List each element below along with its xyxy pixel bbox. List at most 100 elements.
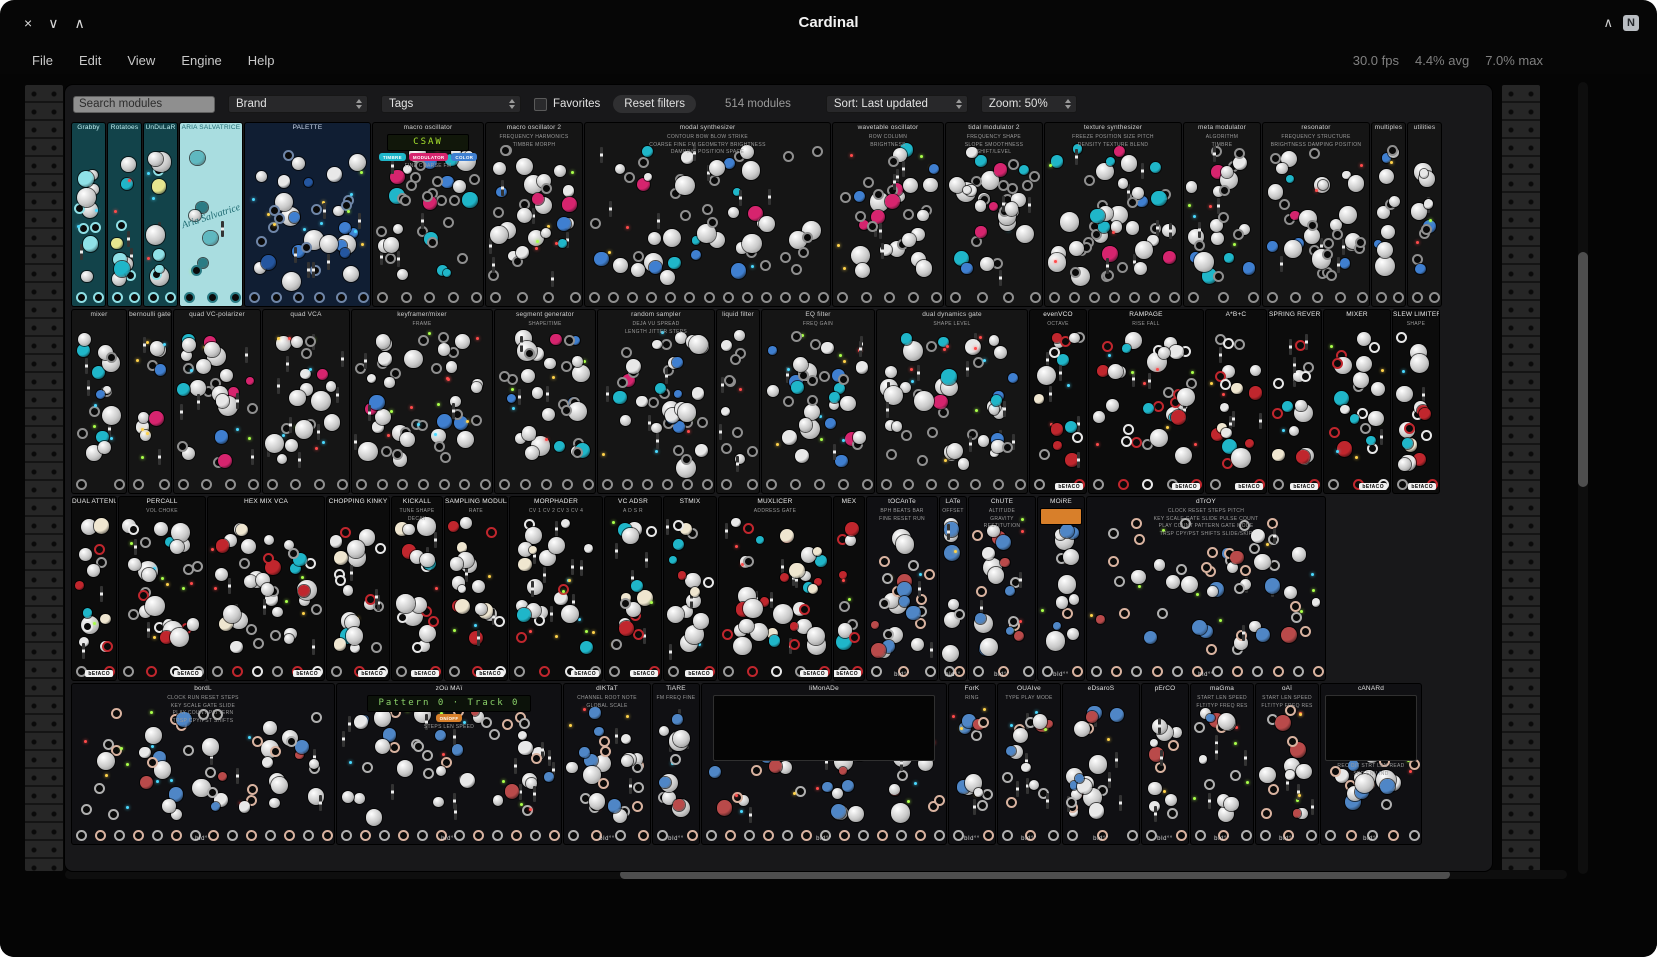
menu-item-edit[interactable]: Edit xyxy=(79,53,101,68)
knob-icon xyxy=(589,707,600,718)
module-tile[interactable]: quad VC-polarizer xyxy=(174,310,260,493)
module-tile[interactable]: Rotatoes xyxy=(108,123,141,306)
chevron-up-icon[interactable]: ∧ xyxy=(74,15,84,32)
knob-icon xyxy=(1150,739,1158,747)
module-tile[interactable]: ARIA SALVATRICEAria Salvatrice xyxy=(180,123,242,306)
module-tile[interactable]: keyframer/mixerFRAME xyxy=(352,310,492,493)
module-tile[interactable]: bordLCLOCK RUN RESET STEPS KEY SCALE GAT… xyxy=(72,684,334,844)
menu-item-view[interactable]: View xyxy=(127,53,155,68)
close-icon[interactable]: × xyxy=(24,15,32,31)
module-tile[interactable]: evenVCOOCTAVEbEfACO xyxy=(1030,310,1086,493)
jack-icon xyxy=(271,292,282,303)
module-tile[interactable]: PERCALLVOL CHOKEbEfACO xyxy=(119,497,205,680)
module-tile[interactable]: UnDuLaR xyxy=(144,123,177,306)
module-tile[interactable]: macro oscillatorCSAWTIMBREMODULATORCOLOR… xyxy=(373,123,483,306)
module-tile[interactable]: CHOPPING KINKYbEfACO xyxy=(327,497,389,680)
horizontal-scrollbar-track[interactable] xyxy=(65,870,1567,879)
sort-dropdown[interactable]: Sort: Last updated xyxy=(826,95,968,113)
module-tile[interactable]: zOù MAïPattern 0 · Track 0ON/OFFSTEPS LE… xyxy=(337,684,561,844)
jack-icon xyxy=(1131,518,1142,529)
module-tile[interactable]: segment generatorSHAPE/TIME xyxy=(495,310,595,493)
led-icon xyxy=(1067,384,1070,387)
menu-item-help[interactable]: Help xyxy=(248,53,275,68)
module-tile[interactable]: tOCAnTeBPH BEATS BAR FINE RESET RUNbId°° xyxy=(867,497,937,680)
led-icon xyxy=(151,745,154,748)
module-tile[interactable]: quad VCA xyxy=(263,310,349,493)
brand-dropdown[interactable]: Brand xyxy=(228,95,368,113)
search-input[interactable] xyxy=(73,96,215,113)
module-tile[interactable]: utilities xyxy=(1408,123,1441,306)
module-tile[interactable]: SAMPLING MODULATORRATEbEfACO xyxy=(445,497,507,680)
module-tile[interactable]: modal synthesizerCONTOUR BOW BLOW STRIKE… xyxy=(585,123,830,306)
module-tile[interactable]: dIKTaTCHANNEL ROOT NOTE GLOBAL SCALEbId°… xyxy=(564,684,650,844)
module-tile[interactable]: liquid filter xyxy=(717,310,759,493)
module-tile[interactable]: SLEW LIMITERSHAPEbEfACO xyxy=(1393,310,1439,493)
jack-icon xyxy=(682,479,693,490)
systray-icon[interactable]: N xyxy=(1623,15,1639,31)
module-tile[interactable]: multiples xyxy=(1372,123,1405,306)
pin-icon[interactable]: ∧ xyxy=(1603,15,1613,31)
module-tile[interactable]: meta modulatorALGORITHM TIMBRE xyxy=(1184,123,1260,306)
favorites-checkbox[interactable] xyxy=(534,98,547,111)
module-tile[interactable]: tidal modulator 2FREQUENCY SHAPE SLOPE S… xyxy=(946,123,1042,306)
menu-item-file[interactable]: File xyxy=(32,53,53,68)
knob-icon xyxy=(457,431,474,448)
module-tile[interactable]: bernoulli gate xyxy=(129,310,171,493)
horizontal-scrollbar[interactable] xyxy=(620,870,1450,879)
jack-icon xyxy=(1186,378,1197,389)
module-tile[interactable]: maGmaSTART LEN SPEED FLT/TYP FREQ RESbId… xyxy=(1191,684,1253,844)
panel-graphics xyxy=(867,507,937,680)
knob-icon xyxy=(154,522,168,536)
reset-filters-button[interactable]: Reset filters xyxy=(613,95,696,113)
module-tile[interactable]: pErCObId°° xyxy=(1142,684,1188,844)
module-tile[interactable]: Grabby xyxy=(72,123,105,306)
menu-item-engine[interactable]: Engine xyxy=(181,53,221,68)
module-tile[interactable]: dual dynamics gateSHAPE LEVEL xyxy=(877,310,1027,493)
module-tile[interactable]: dTrOYCLOCK RESET STEPS PITCH KEY SCALE G… xyxy=(1087,497,1325,680)
module-tile[interactable]: resonatorFREQUENCY STRUCTURE BRIGHTNESS … xyxy=(1263,123,1369,306)
module-tile[interactable]: eDsaroSbId°° xyxy=(1063,684,1139,844)
knob-icon xyxy=(218,772,227,781)
zoom-dropdown[interactable]: Zoom: 50% xyxy=(981,95,1077,113)
module-tile[interactable]: ChUTEALTITUDE GRAVITY RESTITUTIONbId°° xyxy=(969,497,1035,680)
knob-icon xyxy=(1135,241,1153,259)
module-tile[interactable]: EQ filterFREQ GAIN xyxy=(762,310,874,493)
module-tile[interactable]: oAïSTART LEN SPEED FLT/TYP FREQ RESbId°° xyxy=(1256,684,1318,844)
module-tile[interactable]: HEX MIX VCAbEfACO xyxy=(208,497,324,680)
module-tile[interactable]: cANARdREC O/T STRT LEN READ SPD ENV INDb… xyxy=(1321,684,1421,844)
jack-icon xyxy=(76,479,87,490)
knob-icon xyxy=(311,391,331,411)
module-name: mixer xyxy=(72,310,126,320)
module-tile[interactable]: liMonADebId°° xyxy=(702,684,946,844)
module-tile[interactable]: SPRING REVERBbEfACO xyxy=(1269,310,1321,493)
module-tile[interactable]: ForKRINGbId°° xyxy=(949,684,995,844)
module-tile[interactable]: wavetable oscillatorROW COLUMN BRIGHTNES… xyxy=(833,123,943,306)
tags-dropdown[interactable]: Tags xyxy=(381,95,521,113)
module-tile[interactable]: mixer xyxy=(72,310,126,493)
module-tile[interactable]: RAMPAGERISE FALLbEfACO xyxy=(1089,310,1203,493)
module-tile[interactable]: macro oscillator 2FREQUENCY HARMONICS TI… xyxy=(486,123,582,306)
module-tile[interactable]: texture synthesizerFREEZE POSITION SIZE … xyxy=(1045,123,1181,306)
fader-icon xyxy=(546,386,549,402)
module-tile[interactable]: TiAREFM FREQ FINEbId°° xyxy=(653,684,699,844)
module-tile[interactable]: PALETTE xyxy=(245,123,370,306)
module-tile[interactable]: MORPHADERCV 1 CV 2 CV 3 CV 4bEfACO xyxy=(510,497,602,680)
module-tile[interactable]: OUAIveTYPE PLAY MODEbId°° xyxy=(998,684,1060,844)
module-tile[interactable]: MEXbEfACO xyxy=(834,497,864,680)
module-tile[interactable]: MOiREbId°° xyxy=(1038,497,1084,680)
jack-icon xyxy=(840,192,851,203)
led-icon xyxy=(529,630,532,633)
module-tile[interactable]: random samplerDEJA VU SPREAD LENGTH JITT… xyxy=(598,310,714,493)
module-tile[interactable]: VC ADSRA D S RbEfACO xyxy=(605,497,661,680)
module-tile[interactable]: MIXERbEfACO xyxy=(1324,310,1390,493)
module-tile[interactable]: KICKALLTUNE SHAPE DECAYbEfACO xyxy=(392,497,442,680)
module-tile[interactable]: LATeOFFSETbId°° xyxy=(940,497,966,680)
module-tile[interactable]: DUAL ATTENUVERTERbEfACO xyxy=(72,497,116,680)
module-tile[interactable]: STMIXbEfACO xyxy=(664,497,716,680)
vertical-scrollbar-track[interactable] xyxy=(1578,82,1588,874)
chevron-down-icon[interactable]: ∨ xyxy=(48,15,58,32)
module-tile[interactable]: MUXLICERADDRESS GATEbEfACO xyxy=(719,497,831,680)
vertical-scrollbar[interactable] xyxy=(1578,252,1588,487)
module-tile[interactable]: A*B+CbEfACO xyxy=(1206,310,1266,493)
module-name: tOCAnTe xyxy=(867,497,937,507)
